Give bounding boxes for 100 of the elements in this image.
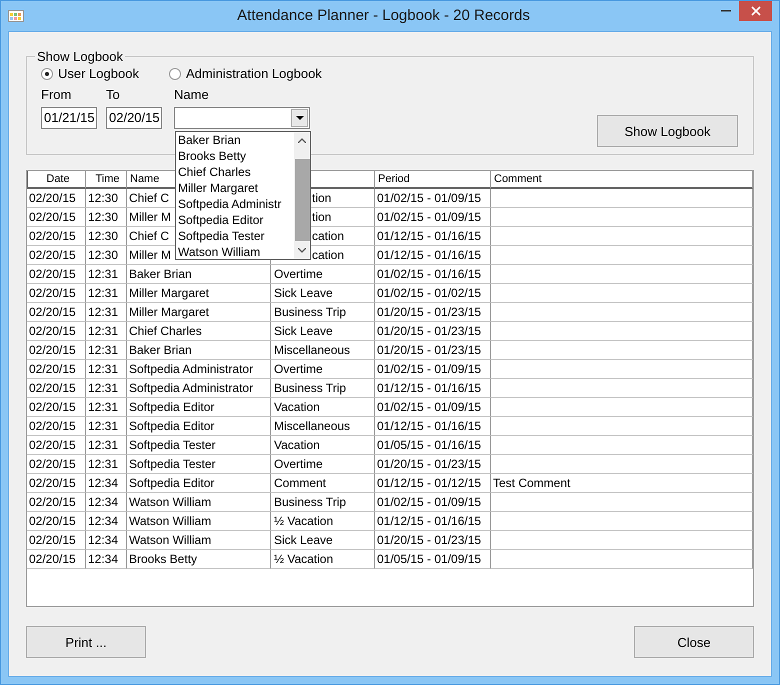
table-cell: 02/20/15 (27, 208, 86, 227)
table-cell: Test Comment (491, 474, 753, 493)
scroll-up-icon (298, 138, 306, 143)
table-cell: 12:30 (86, 208, 127, 227)
table-cell: Softpedia Editor (127, 474, 271, 493)
table-cell: 12:31 (86, 436, 127, 455)
column-header[interactable]: Date (27, 171, 86, 189)
to-date-field[interactable]: 02/20/15 (106, 107, 162, 129)
column-header[interactable]: Comment (491, 171, 753, 189)
column-header[interactable]: Period (375, 171, 491, 189)
table-cell: 12:31 (86, 455, 127, 474)
table-cell: 02/20/15 (27, 417, 86, 436)
table-cell: Baker Brian (127, 341, 271, 360)
table-cell: Softpedia Administrator (127, 379, 271, 398)
table-cell: ½ Vacation (271, 550, 375, 569)
table-cell: 12:31 (86, 265, 127, 284)
table-cell: 12:30 (86, 227, 127, 246)
table-cell: 12:31 (86, 284, 127, 303)
field-label: From (41, 87, 72, 102)
table-cell: 01/12/15 - 01/12/15 (375, 474, 491, 493)
table-cell: Miscellaneous (271, 417, 375, 436)
radio-label: User Logbook (58, 66, 139, 81)
table-cell: 01/02/15 - 01/09/15 (375, 360, 491, 379)
radio-option[interactable]: User Logbook (41, 66, 139, 81)
table-cell: 01/12/15 - 01/16/15 (375, 227, 491, 246)
table-cell: 02/20/15 (27, 303, 86, 322)
field-label: Name (174, 87, 210, 102)
dropdown-item[interactable]: Brooks Betty (178, 148, 294, 164)
scroll-down-icon (298, 248, 306, 253)
table-cell: Sick Leave (271, 284, 375, 303)
table-cell: 02/20/15 (27, 550, 86, 569)
table-cell: 01/20/15 - 01/23/15 (375, 341, 491, 360)
dropdown-item[interactable]: Baker Brian (178, 132, 294, 148)
table-cell: Softpedia Editor (127, 398, 271, 417)
table-cell: 12:31 (86, 379, 127, 398)
close-button[interactable] (739, 1, 772, 21)
group-title: Show Logbook (36, 49, 124, 64)
table-cell: 12:30 (86, 189, 127, 208)
table-cell: 12:30 (86, 246, 127, 265)
table-cell: 02/20/15 (27, 341, 86, 360)
show-logbook-button[interactable]: Show Logbook (597, 115, 738, 147)
table-cell: Watson William (127, 493, 271, 512)
calendar-icon (8, 10, 24, 22)
table-cell: 01/20/15 - 01/23/15 (375, 322, 491, 341)
table-cell: Brooks Betty (127, 550, 271, 569)
table-cell: Miscellaneous (271, 341, 375, 360)
table-cell: 02/20/15 (27, 455, 86, 474)
table-cell: 02/20/15 (27, 512, 86, 531)
table-cell: 02/20/15 (27, 284, 86, 303)
table-cell: Softpedia Editor (127, 417, 271, 436)
table-cell: 01/20/15 - 01/23/15 (375, 531, 491, 550)
table-cell: 12:31 (86, 398, 127, 417)
table-cell: 02/20/15 (27, 265, 86, 284)
table-cell: Vacation (271, 436, 375, 455)
scrollbar[interactable] (294, 132, 310, 259)
dropdown-item[interactable]: Miller Margaret (178, 180, 294, 196)
table-cell: Baker Brian (127, 265, 271, 284)
table-cell: 12:34 (86, 512, 127, 531)
table-cell: Overtime (271, 360, 375, 379)
table-cell: 02/20/15 (27, 493, 86, 512)
table-cell: 02/20/15 (27, 322, 86, 341)
from-date-field[interactable]: 01/21/15 (41, 107, 97, 129)
table-cell: 12:34 (86, 531, 127, 550)
table-cell: Miller Margaret (127, 303, 271, 322)
table-cell: Business Trip (271, 493, 375, 512)
table-cell: 12:34 (86, 474, 127, 493)
table-cell: Softpedia Tester (127, 436, 271, 455)
table-cell: Overtime (271, 265, 375, 284)
table-cell: 01/12/15 - 01/16/15 (375, 417, 491, 436)
table-cell: 01/02/15 - 01/09/15 (375, 208, 491, 227)
print-button[interactable]: Print ... (26, 626, 146, 658)
table-cell: Miller Margaret (127, 284, 271, 303)
table-cell: Softpedia Tester (127, 455, 271, 474)
table-cell: 12:31 (86, 417, 127, 436)
table-cell: Business Trip (271, 303, 375, 322)
table-cell: Chief Charles (127, 322, 271, 341)
table-cell: Business Trip (271, 379, 375, 398)
table-cell: Sick Leave (271, 531, 375, 550)
table-cell: 02/20/15 (27, 360, 86, 379)
table-cell: 01/12/15 - 01/16/15 (375, 246, 491, 265)
name-combo-box[interactable] (174, 107, 310, 129)
table-cell: 02/20/15 (27, 436, 86, 455)
table-cell: 12:34 (86, 493, 127, 512)
field-label: To (106, 87, 121, 102)
dropdown-item[interactable]: Chief Charles (178, 164, 294, 180)
table-cell: Vacation (271, 398, 375, 417)
close-dialog-button[interactable]: Close (634, 626, 754, 658)
window-title: Attendance Planner - Logbook - 20 Records (236, 7, 531, 24)
table-cell: 12:34 (86, 550, 127, 569)
table-cell: 01/12/15 - 01/16/15 (375, 512, 491, 531)
table-cell: 12:31 (86, 360, 127, 379)
table-cell: Comment (271, 474, 375, 493)
table-cell: 02/20/15 (27, 379, 86, 398)
table-cell: 01/20/15 - 01/23/15 (375, 455, 491, 474)
table-cell: 01/02/15 - 01/09/15 (375, 189, 491, 208)
table-cell: Softpedia Administrator (127, 360, 271, 379)
table-cell: 02/20/15 (27, 189, 86, 208)
column-header[interactable]: Time (86, 171, 127, 189)
table-cell: 02/20/15 (27, 227, 86, 246)
table-cell: ½ Vacation (271, 512, 375, 531)
